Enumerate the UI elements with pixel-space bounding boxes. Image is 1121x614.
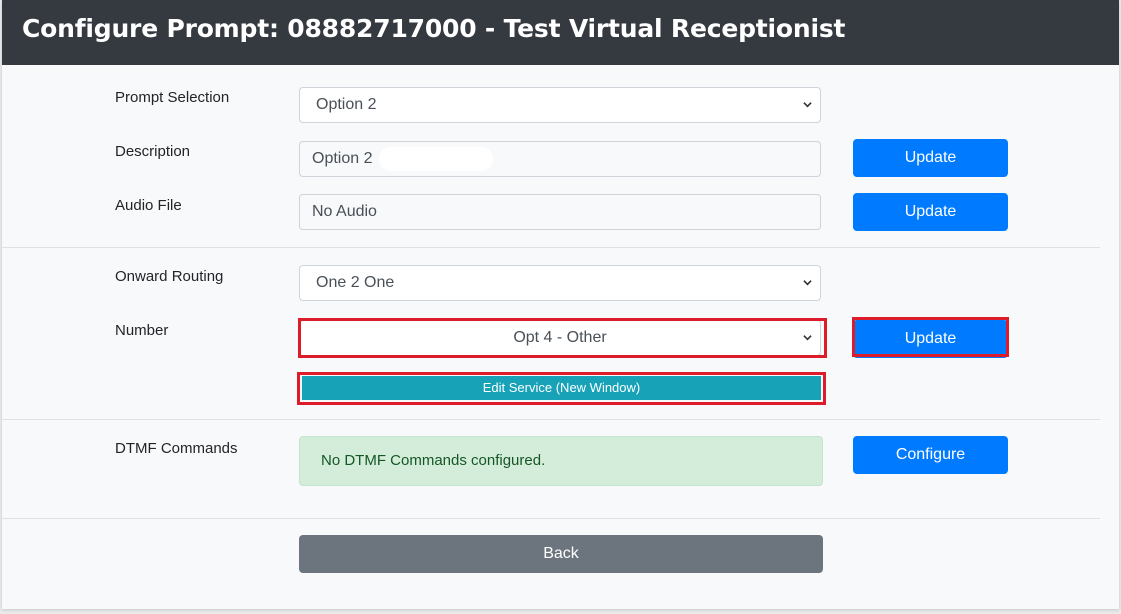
number-label: Number bbox=[115, 322, 169, 339]
description-value: Option 2 bbox=[312, 150, 373, 167]
section-divider bbox=[2, 419, 1100, 420]
audio-file-input[interactable]: No Audio bbox=[299, 194, 821, 230]
audio-file-update-button[interactable]: Update bbox=[853, 193, 1008, 231]
highlight-box bbox=[297, 372, 826, 405]
description-label: Description bbox=[115, 143, 191, 160]
dtmf-configure-button[interactable]: Configure bbox=[853, 436, 1008, 474]
highlight-box bbox=[852, 317, 1009, 357]
prompt-selection-label: Prompt Selection bbox=[115, 89, 230, 106]
redacted-area bbox=[379, 147, 493, 171]
onward-routing-label: Onward Routing bbox=[115, 268, 224, 285]
description-input[interactable]: Option 2 bbox=[299, 141, 821, 177]
description-update-button[interactable]: Update bbox=[853, 139, 1008, 177]
onward-routing-select[interactable]: One 2 One bbox=[299, 265, 821, 301]
section-divider bbox=[2, 518, 1100, 519]
prompt-selection-value: Option 2 bbox=[316, 96, 377, 113]
onward-routing-value: One 2 One bbox=[316, 274, 395, 291]
page-title: Configure Prompt: 08882717000 - Test Vir… bbox=[22, 14, 846, 43]
dtmf-status-message: No DTMF Commands configured. bbox=[321, 452, 546, 469]
section-divider bbox=[2, 247, 1100, 248]
dtmf-status-alert: No DTMF Commands configured. bbox=[299, 436, 823, 486]
highlight-box bbox=[298, 318, 827, 358]
prompt-selection-select[interactable]: Option 2 bbox=[299, 87, 821, 123]
page-header: Configure Prompt: 08882717000 - Test Vir… bbox=[2, 0, 1119, 65]
chevron-down-icon bbox=[803, 280, 812, 286]
audio-file-label: Audio File bbox=[115, 197, 182, 214]
back-button[interactable]: Back bbox=[299, 535, 823, 573]
page-container: Configure Prompt: 08882717000 - Test Vir… bbox=[2, 0, 1119, 609]
chevron-down-icon bbox=[803, 102, 812, 108]
audio-file-value: No Audio bbox=[312, 203, 377, 220]
dtmf-commands-label: DTMF Commands bbox=[115, 440, 238, 457]
